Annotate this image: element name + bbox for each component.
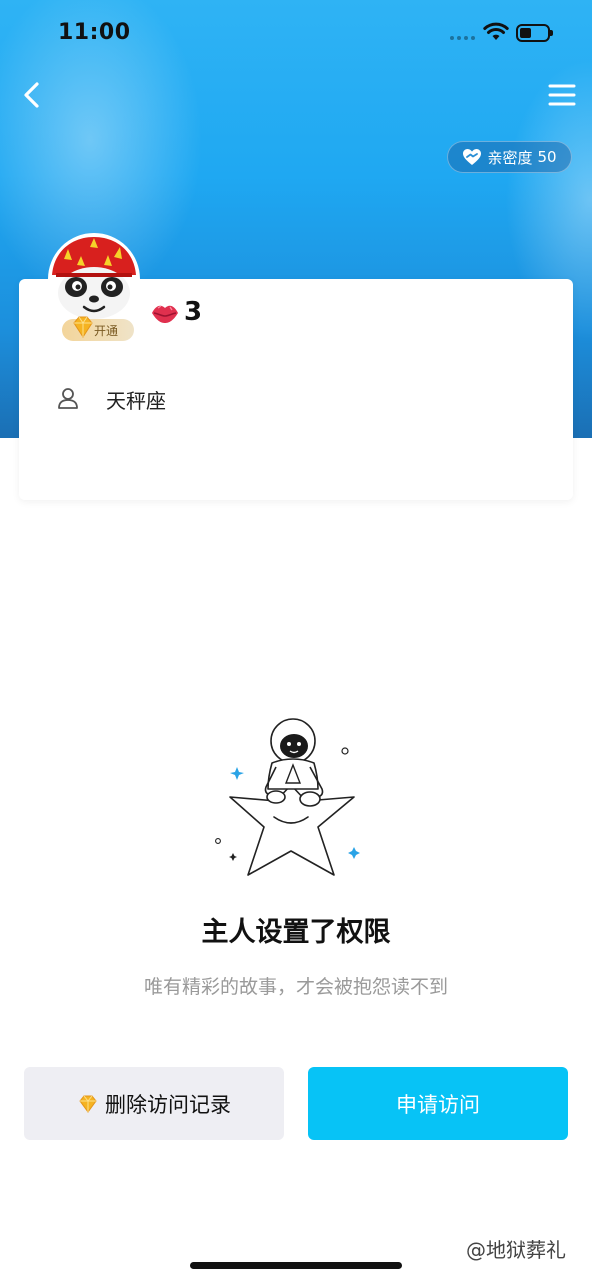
apply-visit-label: 申请访问 xyxy=(396,1092,480,1117)
back-button[interactable] xyxy=(18,80,48,110)
heart-icon xyxy=(463,149,482,165)
delete-visit-record-label: 删除访问记录 xyxy=(105,1092,231,1117)
avatar[interactable]: 开通 xyxy=(48,233,140,341)
intimacy-value: 50 xyxy=(537,148,557,166)
back-icon xyxy=(24,82,39,108)
vip-label: 开通 xyxy=(94,323,119,338)
intimacy-badge[interactable]: 亲密度 50 xyxy=(447,141,572,173)
zodiac-text: 天秤座 xyxy=(106,389,166,413)
menu-icon xyxy=(548,84,576,106)
person-icon xyxy=(58,388,78,409)
battery-icon xyxy=(516,24,553,42)
vip-badge[interactable]: 开通 xyxy=(62,316,134,341)
intimacy-label: 亲密度 xyxy=(487,148,533,167)
lips-count: 3 xyxy=(184,297,203,327)
wifi-icon xyxy=(483,22,509,40)
watermark: @地狱葬礼 xyxy=(466,1238,566,1262)
astronaut-illustration xyxy=(215,718,360,876)
status-bar: 11:00 xyxy=(0,0,592,68)
home-indicator[interactable] xyxy=(190,1262,402,1269)
lips-icon xyxy=(152,305,178,323)
delete-visit-record-button[interactable]: 删除访问记录 xyxy=(24,1067,284,1140)
signal-icon xyxy=(450,36,475,40)
permission-subtitle: 唯有精彩的故事，才会被抱怨读不到 xyxy=(143,976,448,998)
avatar-image xyxy=(48,233,140,325)
diamond-icon xyxy=(73,316,93,338)
menu-button[interactable] xyxy=(546,80,578,110)
permission-title: 主人设置了权限 xyxy=(201,917,391,948)
diamond-icon xyxy=(79,1095,97,1113)
apply-visit-button[interactable]: 申请访问 xyxy=(308,1067,568,1140)
status-time: 11:00 xyxy=(58,20,131,45)
